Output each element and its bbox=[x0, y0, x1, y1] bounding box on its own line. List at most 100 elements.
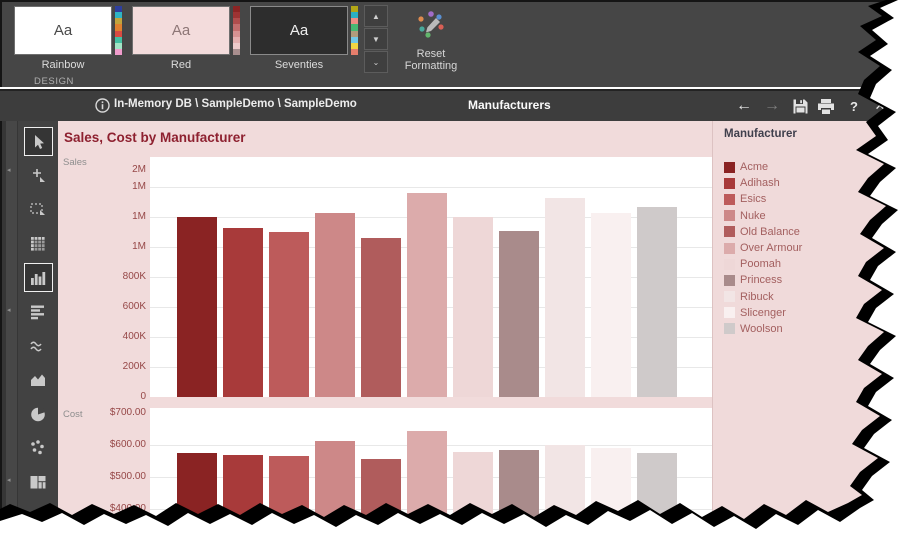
sales-bar-over-armour[interactable] bbox=[407, 193, 447, 397]
sales-plot-area[interactable] bbox=[150, 157, 712, 397]
sales-axis-tick-label: 800K bbox=[58, 271, 146, 282]
save-icon[interactable] bbox=[789, 95, 811, 117]
legend-item-label: Esics bbox=[740, 193, 766, 205]
cost-bar-acme[interactable] bbox=[177, 453, 217, 551]
legend-item-old-balance[interactable]: Old Balance bbox=[724, 224, 802, 240]
legend-item-woolson[interactable]: Woolson bbox=[724, 321, 802, 337]
legend-item-esics[interactable]: Esics bbox=[724, 191, 802, 207]
legend-item-slicenger[interactable]: Slicenger bbox=[724, 305, 802, 321]
cost-bar-old-balance[interactable] bbox=[361, 459, 401, 551]
bar-chart-icon[interactable] bbox=[24, 263, 53, 292]
sales-bar-old-balance[interactable] bbox=[361, 238, 401, 397]
theme-tile-label: Rainbow bbox=[14, 59, 112, 71]
gallery-scrollbar: ▲ ▼ ⌄ bbox=[364, 5, 388, 73]
pointer-tool-icon[interactable] bbox=[24, 127, 53, 156]
app-window: Aa Rainbow Aa Red Aa Seventies ▲ ▼ ⌄ Reset Fo… bbox=[0, 0, 911, 551]
marquee-select-tool-icon[interactable] bbox=[24, 195, 53, 224]
cost-bar-nuke[interactable] bbox=[315, 441, 355, 551]
sales-axis-tick-label: 0 bbox=[58, 391, 146, 402]
sales-bar-acme[interactable] bbox=[177, 217, 217, 397]
legend-item-label: Old Balance bbox=[740, 226, 800, 238]
gauge-icon[interactable] bbox=[24, 501, 53, 530]
theme-preview: Aa bbox=[250, 6, 348, 55]
theme-preview: Aa bbox=[132, 6, 230, 55]
theme-tile-rainbow[interactable]: Aa Rainbow bbox=[14, 6, 132, 84]
move-tool-icon[interactable] bbox=[24, 161, 53, 190]
cost-axis-tick-label: $400.00 bbox=[58, 503, 146, 514]
legend-item-adihash[interactable]: Adihash bbox=[724, 175, 802, 191]
legend-item-label: Woolson bbox=[740, 323, 783, 335]
sales-bar-nuke[interactable] bbox=[315, 213, 355, 398]
sales-axis-tick-label: 1M bbox=[58, 211, 146, 222]
sales-bar-woolson[interactable] bbox=[637, 207, 677, 398]
legend-item-label: Over Armour bbox=[740, 242, 802, 254]
cost-bar-woolson[interactable] bbox=[637, 453, 677, 551]
back-icon[interactable]: ← bbox=[733, 95, 755, 117]
sales-bar-ribuck[interactable] bbox=[545, 198, 585, 398]
sales-bar-esics[interactable] bbox=[269, 232, 309, 397]
print-icon[interactable] bbox=[815, 95, 837, 117]
ribbon-group-label: DESIGN bbox=[34, 76, 74, 87]
help-icon[interactable]: ? bbox=[843, 95, 865, 117]
sales-bar-princess[interactable] bbox=[499, 231, 539, 398]
legend-swatch bbox=[724, 210, 735, 221]
cost-bar-princess[interactable] bbox=[499, 450, 539, 551]
legend-item-acme[interactable]: Acme bbox=[724, 159, 802, 175]
legend-panel: Manufacturer AcmeAdihashEsicsNukeOld Bal… bbox=[712, 121, 911, 551]
theme-tile-seventies[interactable]: Aa Seventies bbox=[250, 6, 368, 84]
range-lines-icon[interactable] bbox=[24, 331, 53, 360]
sales-axis-tick-label: 400K bbox=[58, 331, 146, 342]
cost-plot-area[interactable] bbox=[150, 408, 712, 551]
cost-bar-adihash[interactable] bbox=[223, 455, 263, 551]
gallery-scroll-down-icon[interactable]: ▼ bbox=[364, 28, 388, 50]
theme-tile-red[interactable]: Aa Red bbox=[132, 6, 250, 84]
area-chart-icon[interactable] bbox=[24, 365, 53, 394]
reset-formatting-label-line2: Formatting bbox=[405, 60, 458, 72]
theme-color-strip bbox=[115, 6, 122, 55]
pivot-grid-icon[interactable] bbox=[24, 229, 53, 258]
pie-chart-icon[interactable] bbox=[24, 399, 53, 428]
info-icon[interactable] bbox=[95, 98, 110, 118]
cost-bar-esics[interactable] bbox=[269, 456, 309, 551]
rows-cards-icon[interactable] bbox=[24, 297, 53, 326]
collapsed-panel-strip[interactable]: ◂ ◂ ◂ bbox=[0, 121, 18, 551]
legend-item-label: Nuke bbox=[740, 210, 766, 222]
legend-swatch bbox=[724, 194, 735, 205]
theme-tile-label: Red bbox=[132, 59, 230, 71]
scatter-chart-icon[interactable] bbox=[24, 433, 53, 462]
dashboard-titlebar: In-Memory DB \ SampleDemo \ SampleDemo M… bbox=[0, 89, 911, 121]
legend-item-princess[interactable]: Princess bbox=[724, 272, 802, 288]
legend-item-ribuck[interactable]: Ribuck bbox=[724, 289, 802, 305]
sales-bar-slicenger[interactable] bbox=[591, 213, 631, 398]
reset-formatting-icon bbox=[415, 10, 447, 45]
cost-bar-poomah[interactable] bbox=[453, 452, 493, 551]
legend-swatch bbox=[724, 259, 735, 270]
cost-bar-ribuck[interactable] bbox=[545, 445, 585, 551]
legend-item-nuke[interactable]: Nuke bbox=[724, 208, 802, 224]
gallery-scroll-up-icon[interactable]: ▲ bbox=[364, 5, 388, 27]
breadcrumb: In-Memory DB \ SampleDemo \ SampleDemo bbox=[114, 98, 357, 110]
theme-gallery: Aa Rainbow Aa Red Aa Seventies bbox=[14, 6, 368, 84]
legend-swatch bbox=[724, 243, 735, 254]
theme-tile-label: Seventies bbox=[250, 59, 348, 71]
gallery-expand-icon[interactable]: ⌄ bbox=[364, 51, 388, 73]
sales-axis-tick-label: 1M bbox=[58, 241, 146, 252]
legend-swatch bbox=[724, 162, 735, 173]
cost-bar-over-armour[interactable] bbox=[407, 431, 447, 551]
cost-bar-slicenger[interactable] bbox=[591, 448, 631, 551]
close-icon[interactable]: ✕ bbox=[869, 95, 891, 117]
legend-item-poomah[interactable]: Poomah bbox=[724, 256, 802, 272]
sales-axis-tick-label: 2M bbox=[58, 164, 146, 175]
theme-preview: Aa bbox=[14, 6, 112, 55]
sales-bar-poomah[interactable] bbox=[453, 217, 493, 397]
cost-axis-tick-label: $700.00 bbox=[58, 407, 146, 418]
cost-axis-tick-label: $600.00 bbox=[58, 439, 146, 450]
treemap-icon[interactable] bbox=[24, 467, 53, 496]
sales-bar-adihash[interactable] bbox=[223, 228, 263, 398]
legend-swatch bbox=[724, 323, 735, 334]
reset-formatting-button[interactable]: Reset Formatting bbox=[398, 6, 464, 84]
legend-item-label: Princess bbox=[740, 274, 782, 286]
gridline bbox=[150, 187, 712, 188]
legend-item-over-armour[interactable]: Over Armour bbox=[724, 240, 802, 256]
splitter-arrow-icon: ◂ bbox=[7, 166, 11, 174]
